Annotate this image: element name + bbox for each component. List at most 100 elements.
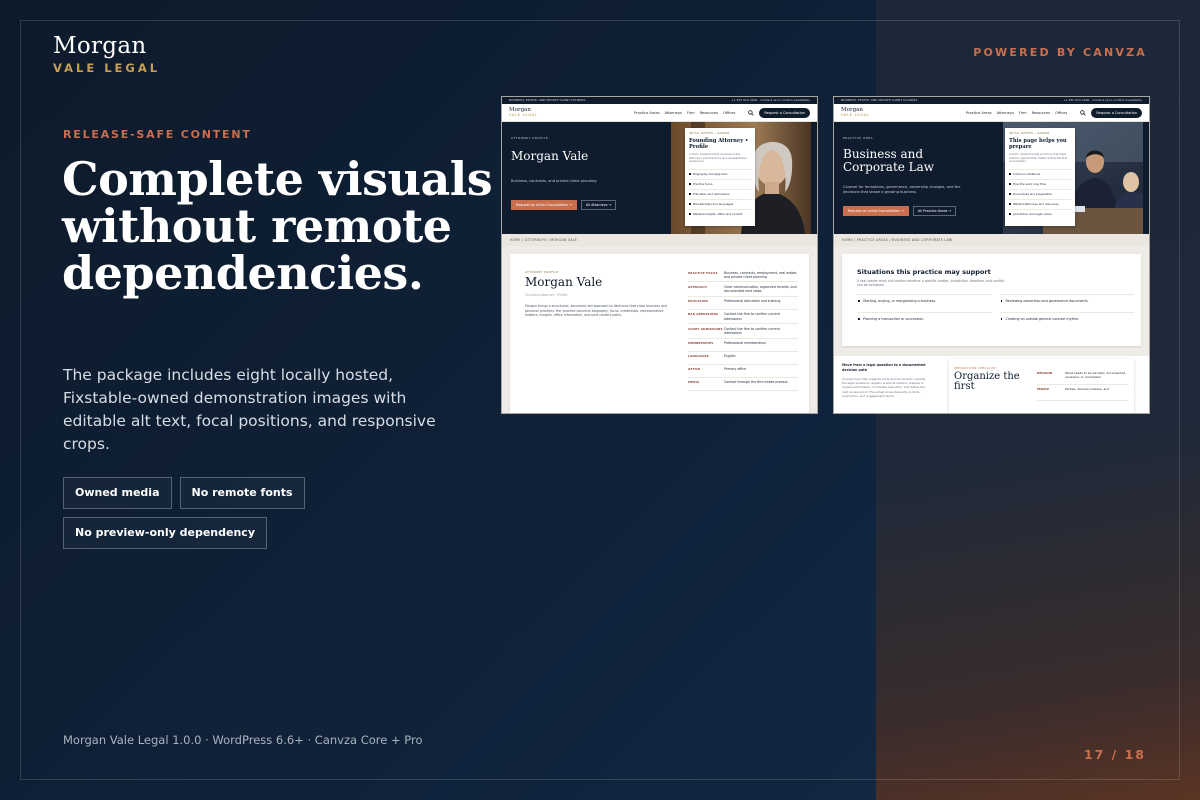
row-value: Professional memberships bbox=[724, 341, 766, 346]
row-key: MEMBERSHIPS bbox=[688, 341, 714, 346]
initial-consultation-button[interactable]: Request an Initial Consultation → bbox=[843, 206, 909, 216]
hero-title: Business and Corporate Law bbox=[843, 147, 935, 174]
hero: PRACTICE AREA Business and Corporate Law… bbox=[834, 122, 1149, 234]
hero-eyebrow: ATTORNEY PROFILE bbox=[511, 136, 549, 140]
footer-version: Morgan Vale Legal 1.0.0 · WordPress 6.6+… bbox=[63, 733, 423, 747]
site-logo[interactable]: Morgan VALE LEGAL bbox=[841, 107, 870, 118]
nav-attorneys[interactable]: Attorneys bbox=[997, 111, 1014, 115]
utility-phone: +1 555 010 2000 bbox=[1063, 98, 1090, 102]
profile-role: Founding Attorney · Profile bbox=[525, 293, 568, 297]
list-item: Planning a transaction or succession. bbox=[857, 312, 992, 330]
row-key: COURT ADMISSIONS bbox=[688, 326, 723, 331]
search-icon[interactable] bbox=[1080, 109, 1087, 116]
row-value: Clear communication, organized records, … bbox=[724, 284, 797, 294]
lede-paragraph: The package includes eight locally hoste… bbox=[63, 366, 436, 453]
row-key: PRACTICE FOCUS bbox=[688, 270, 718, 275]
card-item[interactable]: How the work may flow bbox=[1009, 178, 1071, 189]
table-row: EDUCATION Professional education and trai… bbox=[688, 297, 798, 310]
row-key: LANGUAGES bbox=[688, 354, 709, 359]
all-attorneys-button[interactable]: All Attorneys → bbox=[580, 200, 617, 210]
site-logo[interactable]: Morgan VALE LEGAL bbox=[509, 107, 538, 118]
card-item[interactable]: Jurisdiction and legal notice bbox=[1009, 208, 1071, 219]
row-key: OFFICE bbox=[688, 367, 701, 372]
card-desc: A short, review-friendly overview of the… bbox=[689, 153, 747, 163]
row-value: Parties, decision-makers, and bbox=[1065, 387, 1110, 391]
consultation-button[interactable]: Request a Consultation bbox=[1091, 107, 1142, 118]
decision-path-desc: Counsel may help organize facts and docu… bbox=[842, 377, 926, 398]
breadcrumb[interactable]: HOME / ATTORNEYS / MORGAN VALE bbox=[502, 234, 817, 246]
profile-name: Morgan Vale bbox=[525, 275, 603, 289]
profile-desc: Morgan brings a structured, document-led… bbox=[525, 304, 668, 318]
preparation-checklist: PREPARATION CHECKLIST Organize the first… bbox=[949, 359, 1134, 413]
card-item[interactable]: Documents and preparation bbox=[1009, 188, 1071, 199]
checklist-title: Organize the first bbox=[954, 371, 1020, 392]
hero-summary-card: INITIAL REVIEW • SAMPLE Founding Attorne… bbox=[685, 128, 755, 226]
nav-links: Practice Areas Attorneys Firm Resources … bbox=[634, 107, 810, 118]
utility-note: Contact us to confirm availability bbox=[760, 98, 810, 102]
decision-path-title: Move from a legal question to a document… bbox=[842, 363, 926, 372]
utility-bar: BUSINESS, ESTATE, AND PRIVATE CLIENT COU… bbox=[502, 97, 817, 104]
row-value: Business, contracts, employment, real es… bbox=[724, 270, 798, 279]
card-eyebrow: INITIAL REVIEW • SAMPLE bbox=[1009, 132, 1050, 135]
nav-offices[interactable]: Offices bbox=[1055, 111, 1067, 115]
practice-body: Situations this practice may support A r… bbox=[834, 246, 1149, 413]
site-nav: Morgan VALE LEGAL Practice Areas Attorne… bbox=[834, 104, 1149, 122]
table-row: PRACTICE FOCUS Business, contracts, emplo… bbox=[688, 268, 798, 283]
card-item[interactable]: Common situations bbox=[1009, 168, 1071, 179]
table-row: COURT ADMISSIONS Contact the firm to conf… bbox=[688, 324, 798, 339]
card-item[interactable]: Education and admissions bbox=[689, 188, 751, 199]
list-item: Reviewing ownership and governance docum… bbox=[999, 294, 1134, 312]
nav-resources[interactable]: Resources bbox=[700, 111, 718, 115]
card-item[interactable]: Related attorneys and resources bbox=[1009, 198, 1071, 209]
nav-practice-areas[interactable]: Practice Areas bbox=[966, 111, 992, 115]
search-icon[interactable] bbox=[748, 109, 755, 116]
profile-body: ATTORNEY PROFILE Morgan Vale Founding At… bbox=[502, 246, 817, 413]
brand-subname: VALE LEGAL bbox=[53, 61, 161, 75]
situations-grid: Starting, buying, or reorganizing a busi… bbox=[857, 294, 1134, 330]
card-item[interactable]: Related insights, office and contact bbox=[689, 208, 751, 219]
card-eyebrow: INITIAL REVIEW • SAMPLE bbox=[689, 132, 730, 135]
initial-consultation-button[interactable]: Request an Initial Consultation → bbox=[511, 200, 577, 210]
slide-pager: 17 / 18 bbox=[1083, 747, 1146, 762]
site-logo-sub: VALE LEGAL bbox=[841, 112, 870, 117]
row-key: BAR ADMISSIONS bbox=[688, 312, 719, 317]
profile-facts-table: PRACTICE FOCUS Business, contracts, emplo… bbox=[688, 268, 798, 391]
nav-practice-areas[interactable]: Practice Areas bbox=[634, 111, 660, 115]
nav-resources[interactable]: Resources bbox=[1032, 111, 1050, 115]
situations-panel: Situations this practice may support A r… bbox=[842, 254, 1141, 346]
table-row: LANGUAGES English bbox=[688, 352, 798, 365]
feature-chips: Owned media No remote fonts No preview-o… bbox=[63, 477, 483, 549]
table-row: DECISION What needs to be decided, docume… bbox=[1037, 369, 1129, 385]
nav-firm[interactable]: Firm bbox=[687, 111, 695, 115]
row-key: EDUCATION bbox=[688, 299, 708, 304]
card-item[interactable]: Memberships and languages bbox=[689, 198, 751, 209]
profile-eyebrow: ATTORNEY PROFILE bbox=[525, 270, 559, 274]
situations-title: Situations this practice may support bbox=[857, 268, 991, 276]
checklist-eyebrow: PREPARATION CHECKLIST bbox=[954, 366, 996, 370]
utility-phone: +1 555 010 2000 bbox=[731, 98, 758, 102]
hero-title: Morgan Vale bbox=[511, 149, 589, 163]
all-practice-areas-button[interactable]: All Practice Areas → bbox=[912, 206, 957, 216]
screenshot-attorney-profile: BUSINESS, ESTATE, AND PRIVATE CLIENT COU… bbox=[501, 96, 818, 414]
profile-panel: ATTORNEY PROFILE Morgan Vale Founding At… bbox=[510, 254, 809, 413]
section-eyebrow: RELEASE-SAFE CONTENT bbox=[63, 128, 252, 141]
table-row: OFFICE Primary office bbox=[688, 365, 798, 378]
card-item[interactable]: Biography and approach bbox=[689, 168, 751, 179]
row-value: English bbox=[724, 354, 736, 359]
hero-summary-card: INITIAL REVIEW • SAMPLE This page helps … bbox=[1005, 128, 1075, 226]
table-row: PEOPLE Parties, decision-makers, and bbox=[1037, 385, 1129, 401]
utility-note: Contact us to confirm availability bbox=[1092, 98, 1142, 102]
card-title: Founding Attorney • Profile bbox=[689, 138, 749, 150]
nav-attorneys[interactable]: Attorneys bbox=[665, 111, 682, 115]
list-item: Starting, buying, or reorganizing a busi… bbox=[857, 294, 992, 312]
utility-text: BUSINESS, ESTATE, AND PRIVATE CLIENT COU… bbox=[509, 98, 586, 102]
breadcrumb[interactable]: HOME / PRACTICE AREAS / BUSINESS AND COR… bbox=[834, 234, 1149, 246]
hero-desc: Counsel for formations, governance, owne… bbox=[843, 185, 961, 194]
card-item[interactable]: Practice focus bbox=[689, 178, 751, 189]
row-key: PEOPLE bbox=[1037, 387, 1050, 391]
row-key: MEDIA bbox=[688, 380, 700, 385]
nav-offices[interactable]: Offices bbox=[723, 111, 735, 115]
consultation-button[interactable]: Request a Consultation bbox=[759, 107, 810, 118]
table-row: MEMBERSHIPS Professional memberships bbox=[688, 339, 798, 352]
nav-firm[interactable]: Firm bbox=[1019, 111, 1027, 115]
